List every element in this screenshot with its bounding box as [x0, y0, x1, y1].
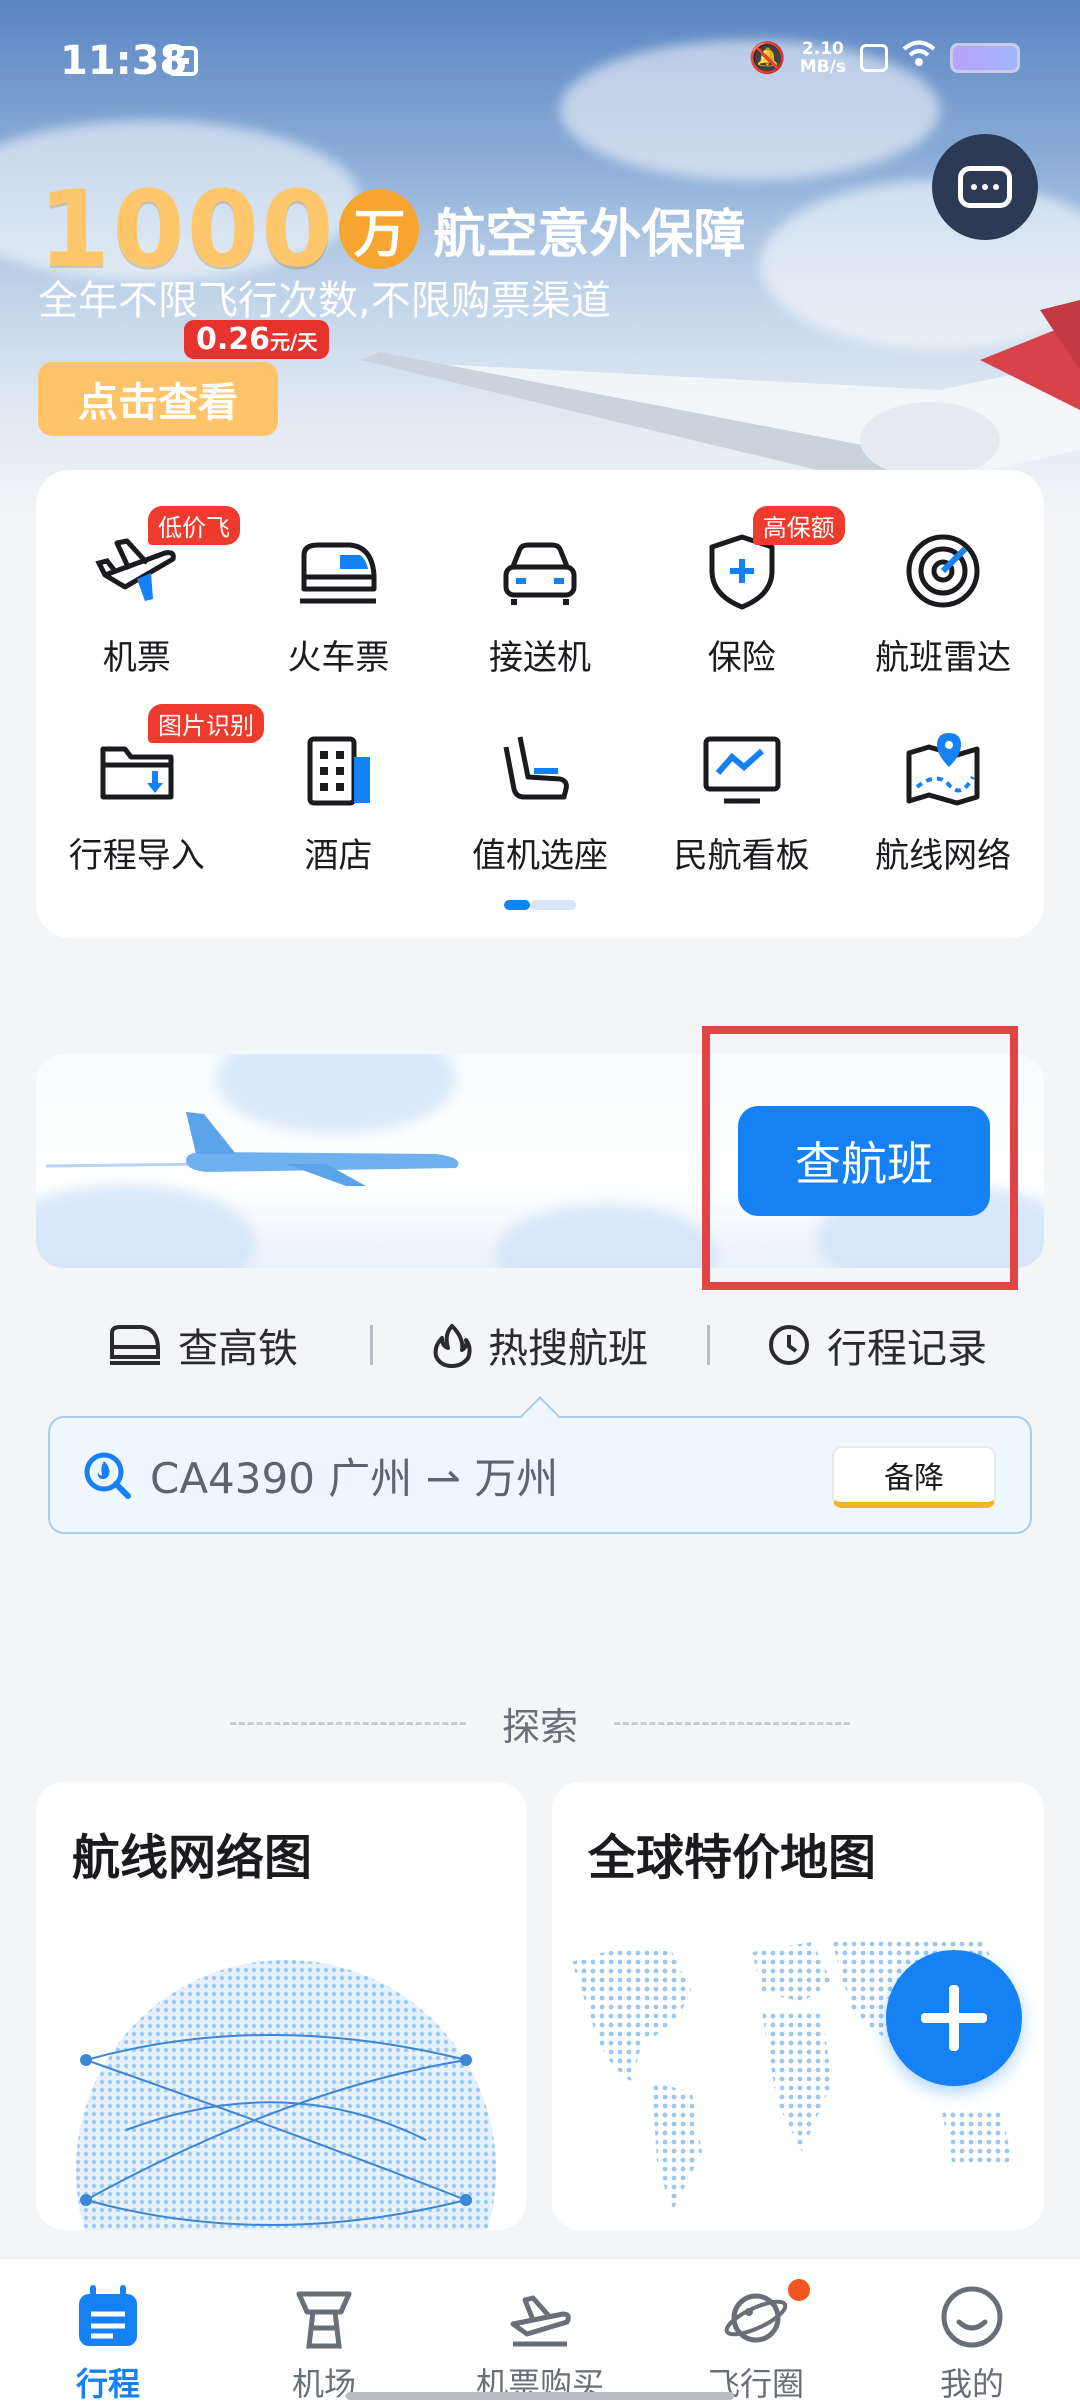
nav-item-buy-ticket[interactable]: 机票购买	[432, 2259, 648, 2408]
wifi-icon	[902, 40, 936, 76]
home-indicator	[346, 2392, 734, 2400]
service-route-network[interactable]: 航线网络	[842, 724, 1044, 877]
bottom-navigation: 行程 机场 机票购买 飞行圈 我的	[0, 2258, 1080, 2408]
battery-icon	[950, 43, 1020, 73]
promo-amount-unit: 万	[339, 189, 420, 269]
service-grid: 低价飞 机票 火车票 接送机 高保额 保险 航班雷达 图片识别 行程导入 酒店 …	[36, 470, 1044, 938]
service-label: 火车票	[287, 638, 390, 678]
card-title: 航线网络图	[72, 1830, 313, 1886]
mute-icon: 🔕	[748, 40, 786, 76]
price-tag: 0.26元/天	[184, 320, 330, 359]
quick-link-high-speed-rail[interactable]: 查高铁	[36, 1316, 370, 1374]
smiley-face-icon	[936, 2281, 1008, 2353]
service-label: 行程导入	[68, 836, 205, 876]
notification-icon	[168, 46, 198, 76]
train-icon	[293, 526, 383, 616]
card-title: 全球特价地图	[588, 1830, 877, 1886]
explore-title: 探索	[501, 1705, 578, 1749]
calendar-list-icon	[72, 2281, 144, 2353]
service-train-ticket[interactable]: 火车票	[238, 526, 440, 679]
service-aviation-dashboard[interactable]: 民航看板	[641, 724, 843, 877]
promo-title: 航空意外保障	[433, 204, 746, 265]
nav-label: 我的	[939, 2365, 1004, 2403]
service-flight-ticket[interactable]: 低价飞 机票	[36, 506, 240, 679]
explore-section-header: 探索	[0, 1696, 1080, 1751]
nav-item-itinerary[interactable]: 行程	[0, 2259, 216, 2408]
chat-button[interactable]	[932, 134, 1038, 240]
globe-routes-illustration	[76, 1960, 496, 2230]
nav-label: 行程	[75, 2365, 140, 2403]
radar-icon	[898, 526, 988, 616]
quick-links: 查高铁 热搜航班 行程记录	[36, 1310, 1044, 1380]
quick-link-label: 查高铁	[178, 1326, 298, 1372]
planet-icon	[720, 2281, 792, 2353]
net-speed: 2.10 MB/s	[799, 39, 846, 77]
divider	[229, 1722, 466, 1725]
quick-link-label: 行程记录	[827, 1326, 987, 1372]
service-label: 民航看板	[673, 836, 810, 876]
map-pin-icon	[898, 724, 988, 814]
view-details-button[interactable]: 点击查看	[38, 362, 278, 436]
service-insurance[interactable]: 高保额 保险	[641, 506, 845, 679]
control-tower-icon	[288, 2281, 360, 2353]
service-label: 酒店	[304, 836, 373, 876]
search-flame-icon	[84, 1452, 131, 1499]
flame-icon	[433, 1324, 472, 1368]
service-flight-radar[interactable]: 航班雷达	[842, 526, 1044, 679]
monitor-chart-icon	[697, 724, 787, 814]
service-check-in-seat[interactable]: 值机选座	[439, 724, 641, 877]
car-icon	[495, 526, 585, 616]
plane-silhouette-icon	[45, 1112, 459, 1186]
page-indicator	[504, 900, 576, 910]
plane-ticket-icon	[504, 2281, 576, 2353]
divider	[614, 1722, 850, 1725]
service-badge: 低价飞	[148, 506, 240, 545]
service-hotel[interactable]: 酒店	[238, 724, 440, 877]
quick-link-trip-history[interactable]: 行程记录	[710, 1316, 1044, 1374]
service-label: 值机选座	[471, 836, 608, 876]
highlight-annotation	[702, 1026, 1018, 1290]
diversion-tag[interactable]: 备降	[832, 1446, 996, 1508]
chat-icon	[958, 166, 1012, 208]
hot-flight-text: CA4390 广州 ⇀ 万州	[150, 1453, 559, 1503]
notification-dot	[788, 2279, 810, 2301]
status-bar: 11:38 🔕 2.10 MB/s	[0, 0, 1080, 120]
service-label: 机票	[102, 638, 171, 678]
hotel-icon	[293, 724, 383, 814]
service-badge: 高保额	[752, 506, 845, 545]
promo-subtitle: 全年不限飞行次数,不限购票渠道	[38, 278, 611, 324]
route-network-card[interactable]: 航线网络图	[36, 1782, 526, 2230]
service-label: 接送机	[488, 638, 591, 678]
service-airport-transfer[interactable]: 接送机	[439, 526, 641, 679]
add-button[interactable]	[886, 1950, 1022, 2086]
nav-item-profile[interactable]: 我的	[864, 2259, 1080, 2408]
seat-icon	[495, 724, 585, 814]
quick-link-hot-flights[interactable]: 热搜航班	[373, 1316, 707, 1374]
sim-x-icon	[860, 44, 888, 72]
nav-item-community[interactable]: 飞行圈	[648, 2259, 864, 2408]
service-itinerary-import[interactable]: 图片识别 行程导入	[36, 704, 264, 877]
clock-icon	[769, 1325, 809, 1365]
service-label: 航线网络	[875, 836, 1012, 876]
nav-item-airport[interactable]: 机场	[216, 2259, 432, 2408]
train-outline-icon	[110, 1325, 160, 1365]
quick-link-label: 热搜航班	[488, 1326, 648, 1372]
service-label: 航班雷达	[875, 638, 1012, 678]
service-label: 保险	[707, 638, 776, 678]
